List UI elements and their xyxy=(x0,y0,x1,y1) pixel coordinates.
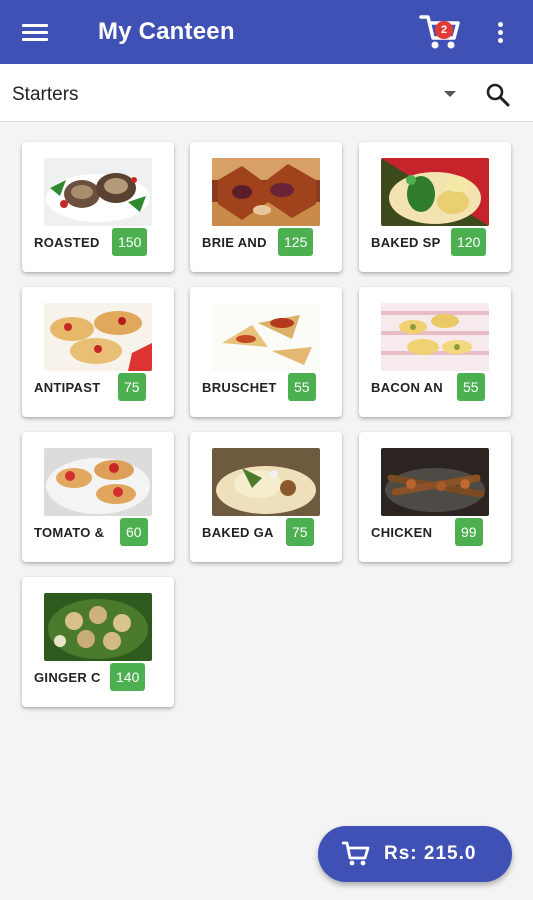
food-card[interactable]: BACON AN 55 xyxy=(359,287,511,417)
food-name: ANTIPAST xyxy=(34,380,101,395)
food-price-badge: 55 xyxy=(288,373,316,401)
food-grid: ROASTED 150 BRIE AND 125 BAKED SP 120 AN… xyxy=(22,142,522,712)
cart-count-badge: 2 xyxy=(435,21,453,39)
food-price-badge: 150 xyxy=(112,228,148,256)
food-image xyxy=(44,593,152,661)
food-image xyxy=(44,158,152,226)
food-name: CHICKEN xyxy=(371,525,433,540)
search-icon[interactable] xyxy=(484,81,512,109)
food-price-badge: 120 xyxy=(451,228,487,256)
category-selected: Starters xyxy=(12,84,79,105)
food-card[interactable]: BAKED GA 75 xyxy=(190,432,342,562)
food-card[interactable]: BAKED SP 120 xyxy=(359,142,511,272)
shopping-cart-icon xyxy=(342,841,370,866)
app-title: My Canteen xyxy=(98,18,235,45)
food-card[interactable]: ROASTED 150 xyxy=(22,142,174,272)
caret-down-icon xyxy=(444,91,456,97)
checkout-button[interactable]: Rs: 215.0 xyxy=(318,826,512,882)
food-image xyxy=(44,303,152,371)
food-price-badge: 75 xyxy=(118,373,146,401)
food-card[interactable]: BRIE AND 125 xyxy=(190,142,342,272)
food-name: TOMATO & xyxy=(34,525,105,540)
hamburger-menu-icon[interactable] xyxy=(22,20,54,46)
food-card[interactable]: GINGER C 140 xyxy=(22,577,174,707)
cart-button[interactable]: 2 xyxy=(418,12,462,52)
more-vertical-icon[interactable] xyxy=(490,20,510,48)
food-image xyxy=(381,158,489,226)
food-image xyxy=(381,448,489,516)
food-price-badge: 99 xyxy=(455,518,483,546)
food-price-badge: 125 xyxy=(278,228,314,256)
category-bar: Starters xyxy=(0,64,533,122)
food-name: BAKED GA xyxy=(202,525,274,540)
app-bar: My Canteen 2 xyxy=(0,0,533,64)
food-price-badge: 75 xyxy=(286,518,314,546)
food-image xyxy=(44,448,152,516)
food-card[interactable]: BRUSCHET 55 xyxy=(190,287,342,417)
food-image xyxy=(212,158,320,226)
category-dropdown[interactable]: Starters xyxy=(0,64,470,122)
food-name: BAKED SP xyxy=(371,235,441,250)
cart-total: Rs: 215.0 xyxy=(384,843,477,864)
food-card[interactable]: ANTIPAST 75 xyxy=(22,287,174,417)
food-card[interactable]: CHICKEN 99 xyxy=(359,432,511,562)
food-price-badge: 55 xyxy=(457,373,485,401)
food-name: BRUSCHET xyxy=(202,380,277,395)
food-image xyxy=(212,448,320,516)
food-image xyxy=(212,303,320,371)
food-price-badge: 140 xyxy=(110,663,146,691)
food-price-badge: 60 xyxy=(120,518,148,546)
food-card[interactable]: TOMATO & 60 xyxy=(22,432,174,562)
food-name: BACON AN xyxy=(371,380,443,395)
food-image xyxy=(381,303,489,371)
